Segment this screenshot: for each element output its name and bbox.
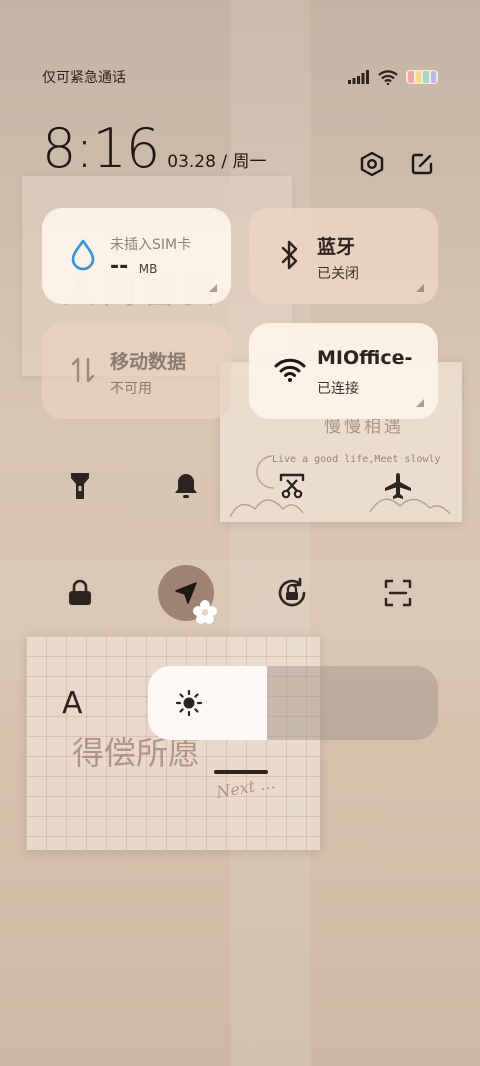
rotation-lock-toggle[interactable]: [264, 565, 320, 621]
bell-icon: [175, 474, 197, 498]
wifi-status: 已连接: [317, 381, 359, 397]
screenshot-toggle[interactable]: [264, 458, 320, 514]
lock-toggle[interactable]: [52, 565, 108, 621]
scan-icon: [384, 579, 412, 607]
tile-expand-corner: [416, 284, 424, 292]
edit-icon: [411, 153, 433, 175]
bluetooth-status: 已关闭: [317, 266, 359, 282]
bluetooth-label: 蓝牙: [317, 236, 356, 258]
signal-bars-icon: [348, 70, 369, 84]
location-toggle[interactable]: [158, 565, 217, 624]
status-icons: [348, 69, 438, 85]
mobile-data-label: 移动数据: [110, 351, 187, 373]
tile-expand-corner: [416, 399, 424, 407]
wifi-network-name: MIOffice-: [317, 347, 413, 369]
edit-button[interactable]: [406, 148, 438, 180]
data-usage-value: -- MB: [110, 254, 157, 279]
font-size-button[interactable]: A: [62, 686, 83, 721]
brightness-slider[interactable]: [148, 666, 438, 740]
clock: 8:16 03.28 / 周一: [42, 122, 266, 176]
data-usage-unit: MB: [138, 262, 158, 276]
flashlight-icon: [71, 473, 89, 499]
sun-icon: [174, 688, 204, 718]
water-drop-icon: [66, 238, 100, 272]
data-usage-number: --: [110, 254, 129, 279]
scan-toggle[interactable]: [370, 565, 426, 621]
data-arrows-icon: [66, 353, 100, 387]
panel-drag-handle[interactable]: [214, 770, 268, 774]
flashlight-toggle[interactable]: [52, 458, 108, 514]
wifi-icon: [378, 69, 398, 85]
mobile-data-tile[interactable]: 移动数据 不可用: [42, 323, 231, 419]
bluetooth-icon: [273, 238, 307, 272]
mobile-data-status: 不可用: [110, 381, 152, 397]
lock-icon: [69, 579, 91, 605]
wifi-tile[interactable]: MIOffice- 已连接: [249, 323, 438, 419]
airplane-icon: [385, 473, 411, 499]
data-usage-tile[interactable]: 未插入SIM卡 -- MB: [42, 208, 231, 304]
battery-icon: [406, 70, 438, 84]
airplane-toggle[interactable]: [370, 458, 426, 514]
brightness-fill: [148, 666, 267, 740]
settings-button[interactable]: [356, 148, 388, 180]
rotation-lock-icon: [278, 577, 306, 607]
clock-time: 8:16: [42, 117, 160, 180]
status-bar: 仅可紧急通话: [42, 66, 438, 88]
clock-date: 03.28 / 周一: [167, 152, 267, 172]
tile-expand-corner: [209, 284, 217, 292]
wifi-tile-icon: [273, 353, 307, 387]
grid-card-next: Next ...: [214, 772, 277, 803]
sim-status-label: 未插入SIM卡: [110, 237, 192, 253]
bluetooth-tile[interactable]: 蓝牙 已关闭: [249, 208, 438, 304]
header-actions: [356, 148, 438, 180]
settings-icon: [360, 151, 384, 177]
carrier-text: 仅可紧急通话: [42, 70, 126, 86]
flower-badge-icon: [193, 600, 217, 624]
screenshot-scissors-icon: [279, 473, 305, 499]
bell-toggle[interactable]: [158, 458, 214, 514]
